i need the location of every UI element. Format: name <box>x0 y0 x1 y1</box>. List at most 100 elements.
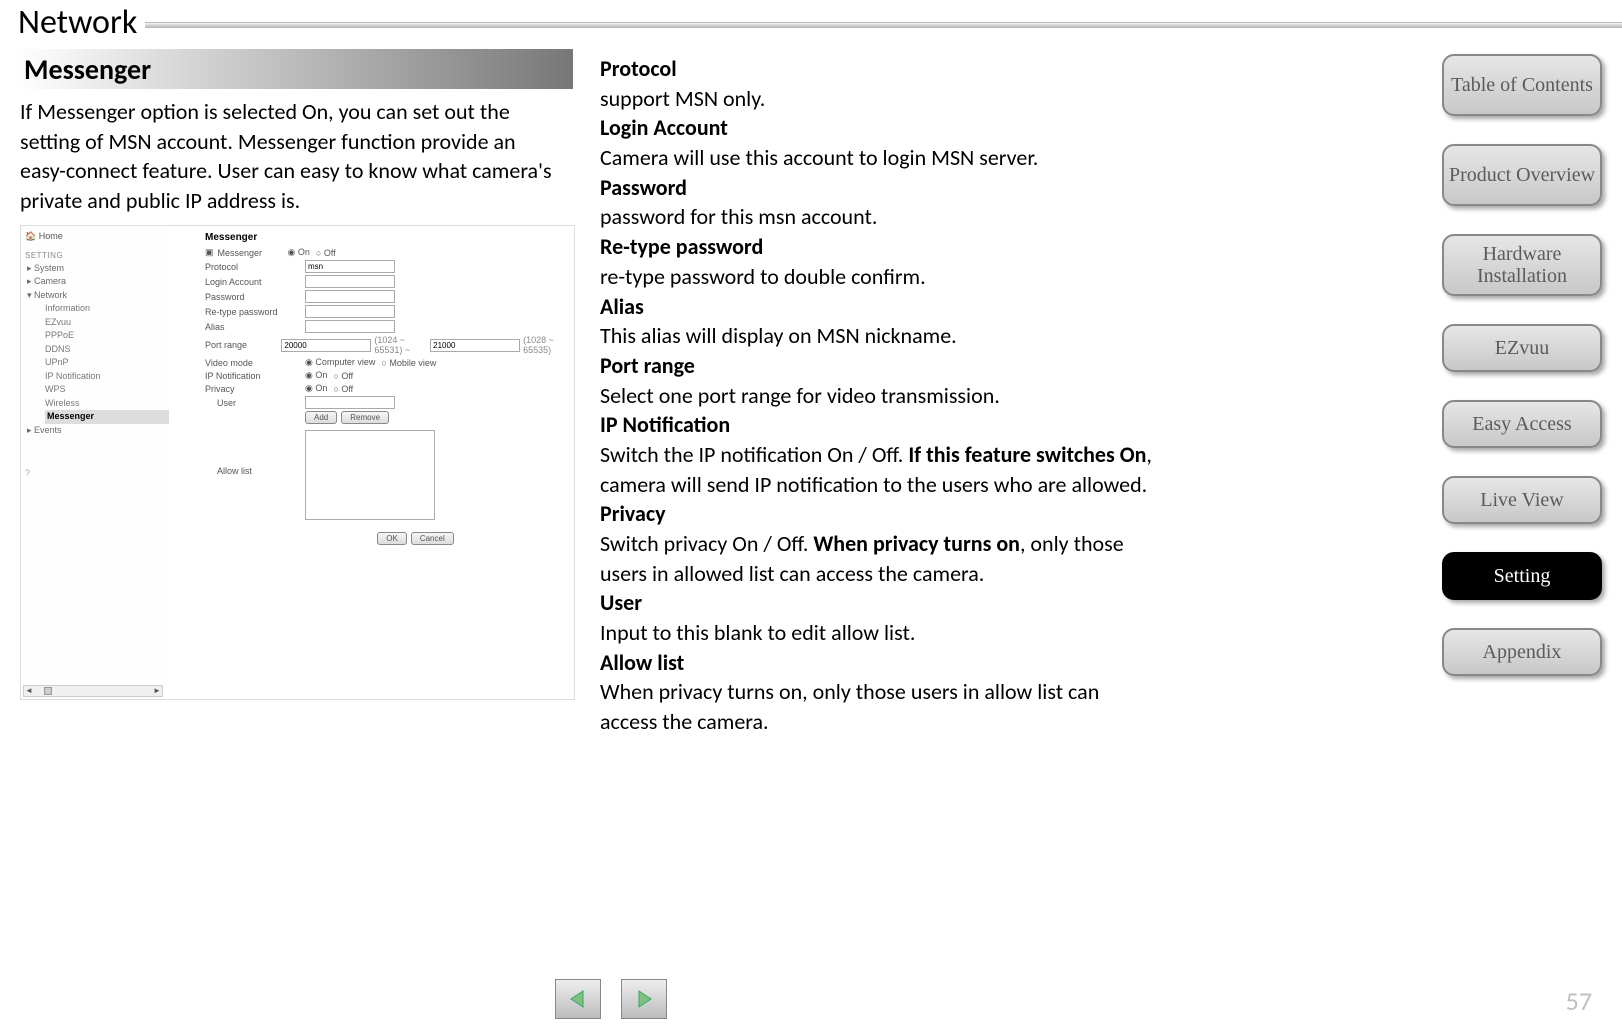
port-start-hint: (1024 ~ 65531) ~ <box>374 335 427 355</box>
video-mobile-radio[interactable]: ○ Mobile view <box>381 358 436 368</box>
sidebar-item-network[interactable]: ▾ Network <box>27 289 169 303</box>
desc-retype-body: re-type password to double confirm. <box>600 263 926 290</box>
nav-hardware-installation[interactable]: Hardware Installation <box>1442 234 1602 296</box>
scroll-right-icon[interactable]: ► <box>152 685 162 697</box>
sidebar-sub-information[interactable]: Information <box>45 302 169 316</box>
sidebar-sub-ezvuu[interactable]: EZvuu <box>45 316 169 330</box>
desc-ipn-body-1: Switch the IP notification On / Off. <box>600 441 908 468</box>
ipnotif-on-radio[interactable]: ◉ On <box>305 370 327 381</box>
sidebar-sub-pppoe[interactable]: PPPoE <box>45 329 169 343</box>
help-icon[interactable]: ? <box>25 467 169 481</box>
ipnotif-label: IP Notification <box>205 371 305 381</box>
description-column: Protocol support MSN only. Login Account… <box>600 54 1160 737</box>
title-rule <box>145 22 1622 28</box>
radio-label: Off <box>341 384 353 394</box>
desc-allow-body: When privacy turns on, only those users … <box>600 678 1099 735</box>
desc-allow-heading: Allow list <box>600 648 1160 678</box>
radio-label: Computer view <box>315 357 375 367</box>
desc-priv-bold: When privacy turns on <box>813 530 1020 557</box>
retype-label: Re-type password <box>205 307 305 317</box>
messenger-on-radio[interactable]: ◉ On <box>288 247 310 258</box>
sidebar-item-label: Camera <box>34 276 66 286</box>
desc-password-body: password for this msn account. <box>600 203 877 230</box>
privacy-on-radio[interactable]: ◉ On <box>305 383 327 394</box>
user-input[interactable] <box>305 396 395 409</box>
messenger-off-radio[interactable]: ○ Off <box>316 248 336 258</box>
scroll-thumb[interactable] <box>44 687 52 695</box>
alias-label: Alias <box>205 322 305 332</box>
arrow-left-icon <box>568 989 588 1009</box>
sidebar-heading: SETTING <box>25 250 169 262</box>
port-start-input[interactable] <box>281 339 371 352</box>
desc-ipn-heading: IP Notification <box>600 410 1160 440</box>
desc-alias-body: This alias will display on MSN nickname. <box>600 322 957 349</box>
nav-setting[interactable]: Setting <box>1442 552 1602 600</box>
protocol-label: Protocol <box>205 262 305 272</box>
nav-appendix[interactable]: Appendix <box>1442 628 1602 676</box>
alias-input[interactable] <box>305 320 395 333</box>
radio-label: On <box>315 383 327 393</box>
horizontal-scrollbar[interactable]: ◄ ► <box>23 685 163 697</box>
desc-port-heading: Port range <box>600 351 1160 381</box>
prev-page-button[interactable] <box>555 979 601 1019</box>
section-intro: If Messenger option is selected On, you … <box>20 97 560 216</box>
scroll-left-icon[interactable]: ◄ <box>24 685 34 697</box>
form-title: Messenger <box>205 232 570 243</box>
page-nav <box>555 979 667 1019</box>
desc-user-body: Input to this blank to edit allow list. <box>600 619 915 646</box>
port-end-hint: (1028 ~ 65535) <box>523 335 570 355</box>
allow-list-label: Allow list <box>205 466 305 476</box>
video-computer-radio[interactable]: ◉ Computer view <box>305 357 375 368</box>
sidebar-sub-ipnotification[interactable]: IP Notification <box>45 370 169 384</box>
sidebar-item-label: Events <box>34 425 62 435</box>
password-input[interactable] <box>305 290 395 303</box>
home-link[interactable]: 🏠 Home <box>25 230 169 244</box>
page-number: 57 <box>1566 985 1592 1017</box>
settings-screenshot: 🏠 Home SETTING ▸ System ▸ Camera ▾ Netwo… <box>20 225 575 700</box>
login-label: Login Account <box>205 277 305 287</box>
side-nav: Table of Contents Product Overview Hardw… <box>1442 54 1602 704</box>
desc-protocol-body: support MSN only. <box>600 85 765 112</box>
nav-live-view[interactable]: Live View <box>1442 476 1602 524</box>
sidebar-sub-upnp[interactable]: UPnP <box>45 356 169 370</box>
sidebar-item-events[interactable]: ▸ Events <box>27 424 169 438</box>
desc-login-heading: Login Account <box>600 113 1160 143</box>
section-header-text: Messenger <box>24 52 151 87</box>
radio-label: On <box>315 370 327 380</box>
next-page-button[interactable] <box>621 979 667 1019</box>
messenger-toggle-label: Messenger <box>218 248 288 258</box>
desc-retype-heading: Re-type password <box>600 232 1160 262</box>
retype-input[interactable] <box>305 305 395 318</box>
remove-button[interactable]: Remove <box>341 411 389 424</box>
radio-label: Off <box>324 248 336 258</box>
login-input[interactable] <box>305 275 395 288</box>
desc-port-body: Select one port range for video transmis… <box>600 382 1000 409</box>
desc-ipn-bold: If this feature switches On <box>908 441 1146 468</box>
nav-product-overview[interactable]: Product Overview <box>1442 144 1602 206</box>
nav-toc[interactable]: Table of Contents <box>1442 54 1602 116</box>
privacy-off-radio[interactable]: ○ Off <box>333 384 353 394</box>
sidebar-sub-wps[interactable]: WPS <box>45 383 169 397</box>
allow-list-box[interactable] <box>305 430 435 520</box>
home-label: Home <box>39 231 63 241</box>
collapse-icon[interactable]: ▣ <box>205 247 214 258</box>
ipnotif-off-radio[interactable]: ○ Off <box>333 371 353 381</box>
user-label: User <box>205 398 305 408</box>
nav-ezvuu[interactable]: EZvuu <box>1442 324 1602 372</box>
radio-label: On <box>298 247 310 257</box>
ok-button[interactable]: OK <box>377 532 407 545</box>
arrow-right-icon <box>634 989 654 1009</box>
sidebar-sub-ddns[interactable]: DDNS <box>45 343 169 357</box>
settings-sidebar: 🏠 Home SETTING ▸ System ▸ Camera ▾ Netwo… <box>21 226 169 699</box>
port-end-input[interactable] <box>430 339 520 352</box>
nav-easy-access[interactable]: Easy Access <box>1442 400 1602 448</box>
sidebar-item-camera[interactable]: ▸ Camera <box>27 275 169 289</box>
sidebar-sub-wireless[interactable]: Wireless <box>45 397 169 411</box>
sidebar-sub-messenger[interactable]: Messenger <box>45 410 169 424</box>
cancel-button[interactable]: Cancel <box>411 532 454 545</box>
radio-label: Mobile view <box>389 358 436 368</box>
sidebar-item-system[interactable]: ▸ System <box>27 262 169 276</box>
desc-user-heading: User <box>600 588 1160 618</box>
protocol-input[interactable] <box>305 260 395 273</box>
add-button[interactable]: Add <box>305 411 337 424</box>
